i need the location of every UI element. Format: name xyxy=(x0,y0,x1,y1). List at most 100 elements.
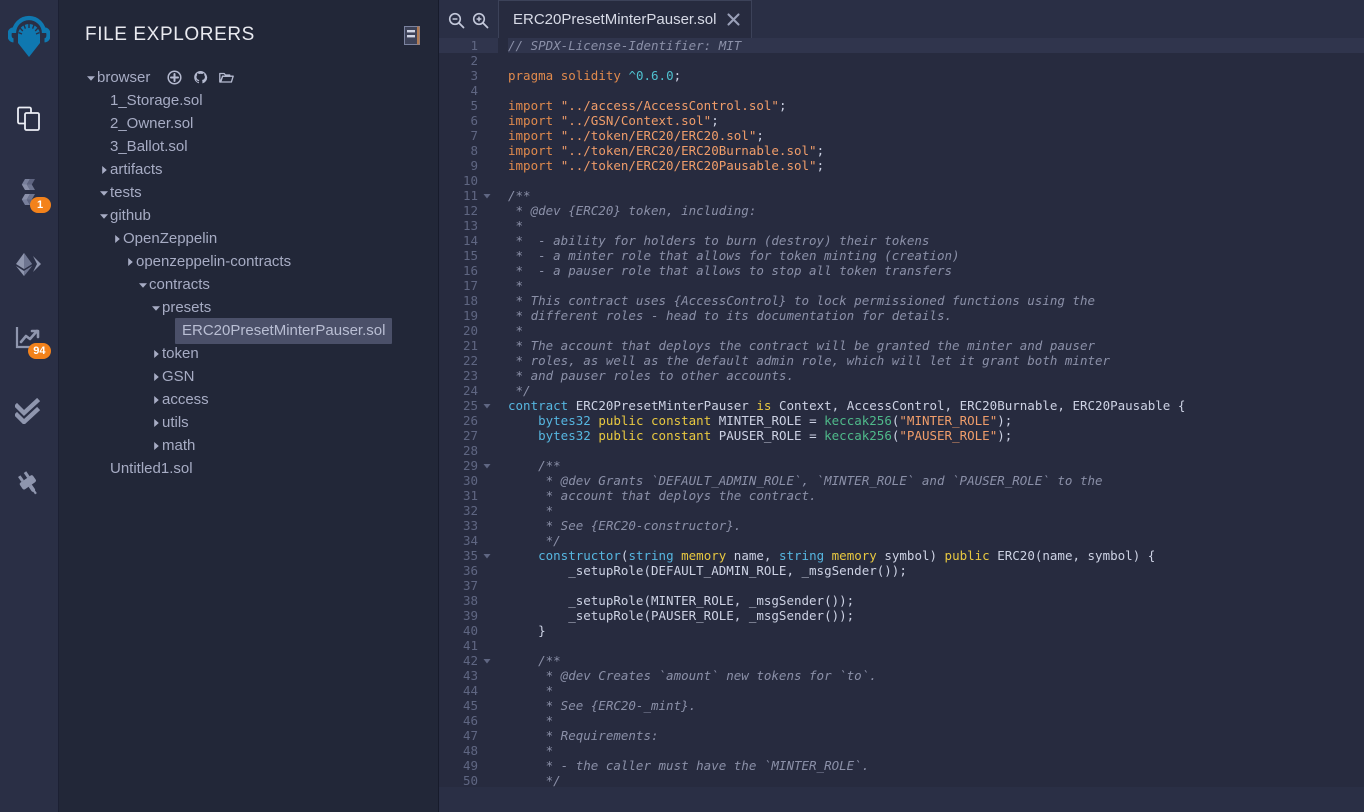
sidebar-item-solidity-analysis[interactable]: 94 xyxy=(0,311,59,365)
code-fold-toggle-icon[interactable] xyxy=(481,458,493,473)
code-line[interactable]: * xyxy=(508,323,1364,338)
code-line[interactable] xyxy=(508,638,1364,653)
code-line[interactable]: import "../token/ERC20/ERC20Pausable.sol… xyxy=(508,158,1364,173)
code-line[interactable]: * This contract uses {AccessControl} to … xyxy=(508,293,1364,308)
code-content[interactable]: // SPDX-License-Identifier: MIT pragma s… xyxy=(498,38,1364,787)
chevron-right-icon[interactable] xyxy=(150,434,162,457)
code-fold-toggle-icon[interactable] xyxy=(481,653,493,668)
sidebar-item-solidity-compiler[interactable]: 1 xyxy=(0,165,59,219)
code-line[interactable]: * - a pauser role that allows to stop al… xyxy=(508,263,1364,278)
tree-item-3-ballot-sol[interactable]: 3_Ballot.sol xyxy=(59,135,438,158)
tree-item-contracts[interactable]: contracts xyxy=(59,273,438,296)
chevron-right-icon[interactable] xyxy=(150,411,162,434)
code-line[interactable]: /** xyxy=(508,188,1364,203)
editor-tab-erc20presetminterpauser[interactable]: ERC20PresetMinterPauser.sol xyxy=(498,0,752,38)
sidebar-item-deploy-run[interactable] xyxy=(0,238,59,292)
code-line[interactable] xyxy=(508,173,1364,188)
code-fold-toggle-icon[interactable] xyxy=(481,188,493,203)
tree-item-erc20presetminterpauser-sol[interactable]: ERC20PresetMinterPauser.sol xyxy=(59,319,438,342)
code-line[interactable]: _setupRole(MINTER_ROLE, _msgSender()); xyxy=(508,593,1364,608)
code-line[interactable]: bytes32 public constant PAUSER_ROLE = ke… xyxy=(508,428,1364,443)
code-line[interactable]: _setupRole(DEFAULT_ADMIN_ROLE, _msgSende… xyxy=(508,563,1364,578)
tree-item-github[interactable]: github xyxy=(59,204,438,227)
code-line[interactable]: _setupRole(PAUSER_ROLE, _msgSender()); xyxy=(508,608,1364,623)
tree-item-token[interactable]: token xyxy=(59,342,438,365)
tree-item-gsn[interactable]: GSN xyxy=(59,365,438,388)
code-line[interactable]: */ xyxy=(508,533,1364,548)
document-list-icon[interactable] xyxy=(404,26,420,45)
chevron-down-icon[interactable] xyxy=(137,273,149,296)
code-line[interactable] xyxy=(508,443,1364,458)
tree-item-presets[interactable]: presets xyxy=(59,296,438,319)
chevron-down-icon[interactable] xyxy=(98,204,110,227)
zoom-in-icon[interactable] xyxy=(472,12,489,29)
sidebar-item-file-explorers[interactable] xyxy=(0,92,59,146)
chevron-right-icon[interactable] xyxy=(150,388,162,411)
code-line[interactable]: * @dev {ERC20} token, including: xyxy=(508,203,1364,218)
code-line[interactable]: */ xyxy=(508,773,1364,787)
code-line[interactable]: * xyxy=(508,503,1364,518)
code-line[interactable]: * xyxy=(508,218,1364,233)
tree-item-access[interactable]: access xyxy=(59,388,438,411)
code-line[interactable]: import "../access/AccessControl.sol"; xyxy=(508,98,1364,113)
chevron-right-icon[interactable] xyxy=(98,158,110,181)
code-line[interactable]: import "../token/ERC20/ERC20Burnable.sol… xyxy=(508,143,1364,158)
code-line[interactable]: * xyxy=(508,278,1364,293)
code-line[interactable]: constructor(string memory name, string m… xyxy=(508,548,1364,563)
code-line[interactable]: /** xyxy=(508,653,1364,668)
code-line[interactable]: * account that deploys the contract. xyxy=(508,488,1364,503)
open-folder-icon[interactable] xyxy=(219,70,234,85)
chevron-right-icon[interactable] xyxy=(150,342,162,365)
tree-item-openzeppelin[interactable]: OpenZeppelin xyxy=(59,227,438,250)
tree-item-openzeppelin-contracts[interactable]: openzeppelin-contracts xyxy=(59,250,438,273)
code-line[interactable]: pragma solidity ^0.6.0; xyxy=(508,68,1364,83)
code-line[interactable]: * xyxy=(508,683,1364,698)
code-line[interactable]: * - ability for holders to burn (destroy… xyxy=(508,233,1364,248)
code-line[interactable]: * @dev Grants `DEFAULT_ADMIN_ROLE`, `MIN… xyxy=(508,473,1364,488)
tree-item-1-storage-sol[interactable]: 1_Storage.sol xyxy=(59,89,438,112)
code-fold-toggle-icon[interactable] xyxy=(481,548,493,563)
tree-item-math[interactable]: math xyxy=(59,434,438,457)
sidebar-item-solidity-unit-testing[interactable] xyxy=(0,384,59,438)
code-line[interactable] xyxy=(508,53,1364,68)
code-line[interactable]: /** xyxy=(508,458,1364,473)
code-line[interactable]: */ xyxy=(508,383,1364,398)
code-line[interactable]: * - a minter role that allows for token … xyxy=(508,248,1364,263)
close-icon[interactable] xyxy=(725,11,742,28)
code-line[interactable]: bytes32 public constant MINTER_ROLE = ke… xyxy=(508,413,1364,428)
chevron-right-icon[interactable] xyxy=(124,250,136,273)
tree-item-2-owner-sol[interactable]: 2_Owner.sol xyxy=(59,112,438,135)
code-line[interactable]: // SPDX-License-Identifier: MIT xyxy=(508,38,1364,53)
code-line[interactable]: * xyxy=(508,743,1364,758)
chevron-down-icon[interactable] xyxy=(98,181,110,204)
remix-logo[interactable] xyxy=(0,0,58,72)
chevron-right-icon[interactable] xyxy=(150,365,162,388)
zoom-out-icon[interactable] xyxy=(448,12,465,29)
code-line[interactable]: * Requirements: xyxy=(508,728,1364,743)
code-editor[interactable]: 1234567891011121314151617181920212223242… xyxy=(439,38,1364,787)
create-new-file-icon[interactable] xyxy=(167,70,182,85)
code-line[interactable]: * @dev Creates `amount` new tokens for `… xyxy=(508,668,1364,683)
sidebar-item-plugin-manager[interactable] xyxy=(0,457,59,511)
code-fold-toggle-icon[interactable] xyxy=(481,398,493,413)
code-line[interactable]: * - the caller must have the `MINTER_ROL… xyxy=(508,758,1364,773)
tree-item-artifacts[interactable]: artifacts xyxy=(59,158,438,181)
chevron-right-icon[interactable] xyxy=(111,227,123,250)
code-line[interactable]: contract ERC20PresetMinterPauser is Cont… xyxy=(508,398,1364,413)
chevron-down-icon[interactable] xyxy=(150,296,162,319)
code-line[interactable]: * The account that deploys the contract … xyxy=(508,338,1364,353)
code-line[interactable]: * and pauser roles to other accounts. xyxy=(508,368,1364,383)
chevron-down-icon[interactable] xyxy=(85,66,97,89)
code-line[interactable]: * roles, as well as the default admin ro… xyxy=(508,353,1364,368)
github-icon[interactable] xyxy=(193,70,208,85)
code-line[interactable] xyxy=(508,83,1364,98)
code-line[interactable]: * See {ERC20-_mint}. xyxy=(508,698,1364,713)
code-line[interactable]: } xyxy=(508,623,1364,638)
tree-item-untitled1-sol[interactable]: Untitled1.sol xyxy=(59,457,438,480)
code-line[interactable]: * See {ERC20-constructor}. xyxy=(508,518,1364,533)
code-line[interactable] xyxy=(508,578,1364,593)
code-line[interactable]: import "../GSN/Context.sol"; xyxy=(508,113,1364,128)
code-line[interactable]: * xyxy=(508,713,1364,728)
code-line[interactable]: * different roles - head to its document… xyxy=(508,308,1364,323)
tree-item-tests[interactable]: tests xyxy=(59,181,438,204)
